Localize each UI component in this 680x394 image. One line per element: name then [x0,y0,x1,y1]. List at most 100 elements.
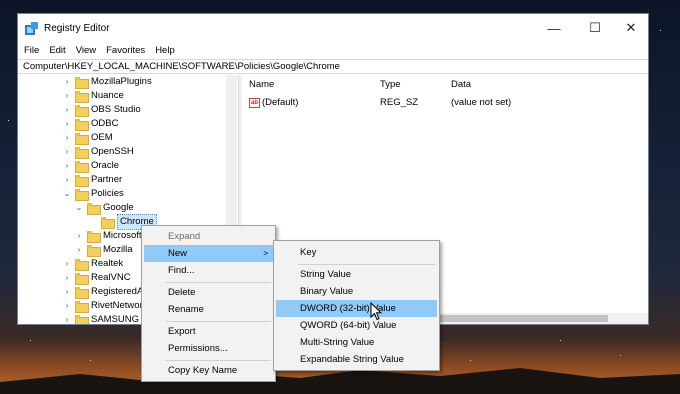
menu-item-delete[interactable]: Delete [144,284,273,301]
tree-item-label: OEM [91,132,113,143]
tree-item-nuance[interactable]: › Nuance [62,89,124,103]
folder-icon [87,203,101,215]
menu-favorites[interactable]: Favorites [106,45,145,56]
folder-icon [75,161,89,173]
expand-chevron-icon[interactable]: › [62,145,72,159]
expand-chevron-icon[interactable]: › [74,229,84,243]
tree-item-oracle[interactable]: › Oracle [62,159,119,173]
submenu-item-key[interactable]: Key [276,244,437,261]
tree-item-openssh[interactable]: › OpenSSH [62,145,134,159]
folder-icon [75,259,89,271]
column-header-data[interactable]: Data [451,79,471,90]
menu-bar: File Edit View Favorites Help [18,42,648,58]
folder-icon [75,189,89,201]
title-bar[interactable]: Registry Editor — ☐ ✕ [18,14,648,42]
folder-icon [75,105,89,117]
menu-separator [166,282,271,283]
value-row-default[interactable]: ab (Default) REG_SZ (value not set) [242,96,648,110]
expand-chevron-icon[interactable]: › [62,75,72,89]
folder-icon [75,287,89,299]
menu-help[interactable]: Help [155,45,175,56]
value-data: (value not set) [451,97,512,108]
submenu-item-dword-value[interactable]: DWORD (32-bit) Value [276,300,437,317]
value-type: REG_SZ [380,97,419,108]
close-icon: ✕ [625,20,637,35]
tree-item-label: MozillaPlugins [91,76,152,87]
expand-chevron-icon[interactable]: › [62,313,72,324]
tree-item-label: Microsoft [103,230,142,241]
tree-item-rivetnetworks[interactable]: › RivetNetworks [62,299,152,313]
new-submenu: Key String Value Binary Value DWORD (32-… [273,240,440,371]
expand-chevron-icon[interactable]: › [62,257,72,271]
tree-item-obs-studio[interactable]: › OBS Studio [62,103,141,117]
tree-item-label: Nuance [91,90,124,101]
tree-item-label: SAMSUNG [91,314,140,325]
tree-item-realtek[interactable]: › Realtek [62,257,123,271]
menu-item-new[interactable]: New > [144,245,273,262]
menu-item-copy-key-name[interactable]: Copy Key Name [144,362,273,379]
column-header-name[interactable]: Name [249,79,274,90]
minimize-button[interactable]: — [537,14,571,42]
submenu-item-qword-value[interactable]: QWORD (64-bit) Value [276,317,437,334]
expand-chevron-icon[interactable]: › [62,103,72,117]
expand-chevron-icon[interactable]: › [62,271,72,285]
tree-item-label: Partner [91,174,123,185]
tree-item-mozillaplugins[interactable]: › MozillaPlugins [62,75,152,89]
menu-file[interactable]: File [24,45,39,56]
folder-icon [75,91,89,103]
maximize-button[interactable]: ☐ [578,14,612,42]
submenu-item-expandable-string-value[interactable]: Expandable String Value [276,351,437,368]
expand-chevron-icon[interactable]: › [62,285,72,299]
value-name: (Default) [262,97,299,108]
expand-chevron-icon[interactable]: › [74,243,84,257]
folder-icon [75,133,89,145]
registry-app-icon [25,22,38,35]
tree-item-samsung[interactable]: › SAMSUNG [62,313,140,325]
folder-icon [87,231,101,243]
menu-separator [166,360,271,361]
tree-item-label: Policies [91,188,124,199]
menu-item-rename[interactable]: Rename [144,301,273,318]
expand-chevron-icon[interactable]: › [62,131,72,145]
address-bar[interactable]: Computer\HKEY_LOCAL_MACHINE\SOFTWARE\Pol… [18,59,648,74]
collapse-chevron-icon[interactable]: ⌄ [74,201,84,215]
column-header-type[interactable]: Type [380,79,401,90]
menu-separator [166,321,271,322]
tree-item-mozilla[interactable]: › Mozilla [74,243,133,257]
collapse-chevron-icon[interactable]: ⌄ [62,187,72,201]
expand-chevron-icon[interactable]: › [62,299,72,313]
menu-item-expand: Expand [168,231,201,242]
folder-icon [75,119,89,131]
tree-item-label: Mozilla [103,244,133,255]
folder-icon [75,273,89,285]
tree-item-google[interactable]: ⌄ Google [74,201,134,215]
submenu-item-multi-string-value[interactable]: Multi-String Value [276,334,437,351]
maximize-icon: ☐ [589,20,601,35]
menu-item-export[interactable]: Export [144,323,273,340]
tree-item-microsoft[interactable]: › Microsoft [74,229,142,243]
submenu-item-string-value[interactable]: String Value [276,266,437,283]
submenu-item-binary-value[interactable]: Binary Value [276,283,437,300]
minimize-icon: — [547,20,561,36]
tree-item-label: Google [103,202,134,213]
expand-chevron-icon[interactable]: › [62,117,72,131]
tree-item-label: ODBC [91,118,119,129]
expand-chevron-icon[interactable]: › [62,173,72,187]
menu-view[interactable]: View [76,45,96,56]
folder-icon [75,77,89,89]
tree-item-label: RealVNC [91,272,131,283]
folder-icon [75,301,89,313]
tree-item-policies[interactable]: ⌄ Policies [62,187,124,201]
tree-item-partner[interactable]: › Partner [62,173,122,187]
menu-item-find[interactable]: Find... [144,262,273,279]
close-button[interactable]: ✕ [614,14,648,42]
tree-item-oem[interactable]: › OEM [62,131,113,145]
expand-chevron-icon[interactable]: › [62,89,72,103]
menu-item-permissions[interactable]: Permissions... [144,340,273,357]
expand-chevron-icon[interactable]: › [62,159,72,173]
tree-item-label: OpenSSH [91,146,134,157]
menu-edit[interactable]: Edit [49,45,65,56]
tree-item-realvnc[interactable]: › RealVNC [62,271,131,285]
tree-item-odbc[interactable]: › ODBC [62,117,118,131]
menu-separator [298,264,435,265]
